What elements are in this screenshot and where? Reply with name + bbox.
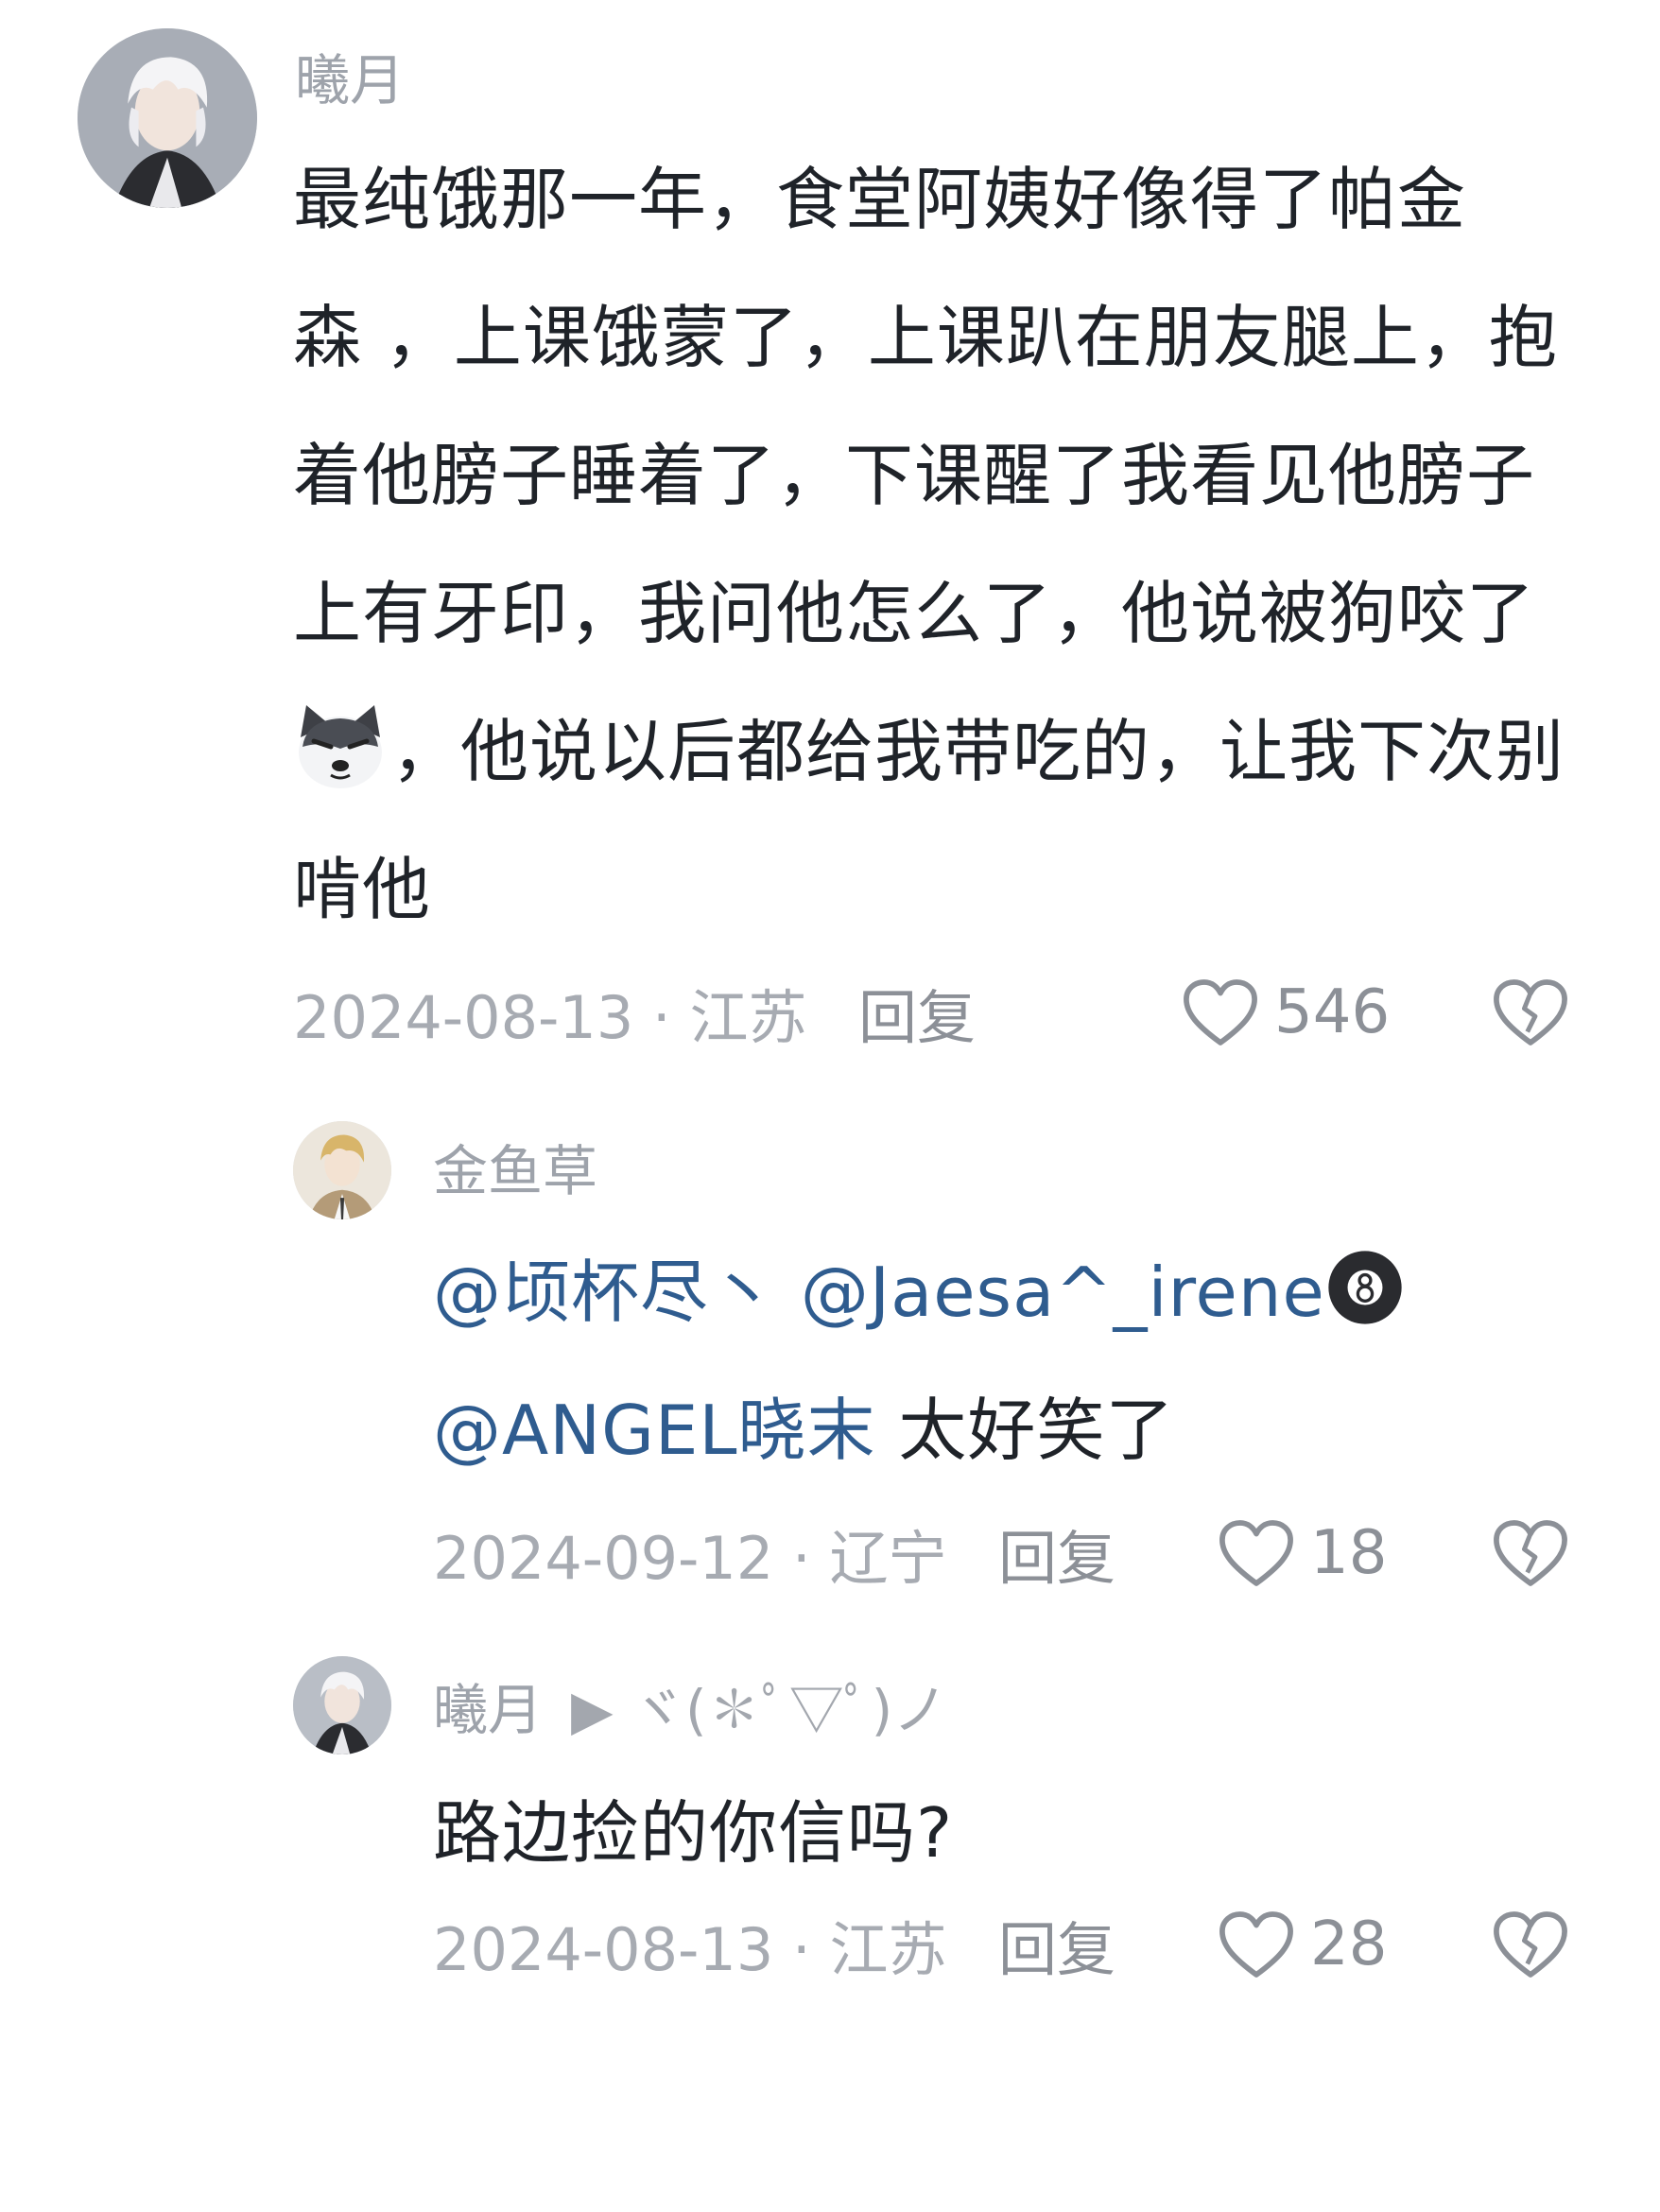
comment-username[interactable]: 曦月 xyxy=(295,53,405,108)
reply-mentions-line: @顷杯尽丶 @Jaesa^_irene xyxy=(433,1223,1405,1361)
broken-heart-icon[interactable] xyxy=(1492,1910,1569,1979)
reply-to-label: ▶ ヾ(✽ﾟ▽ﾟ)ノ xyxy=(571,1678,948,1742)
comment-date-location: 2024-08-13 · 江苏 xyxy=(293,983,807,1052)
mention-link[interactable]: @顷杯尽丶 xyxy=(433,1253,778,1332)
like-button[interactable]: 18 xyxy=(1218,1518,1387,1588)
mention-link[interactable]: @Jaesa^_irene xyxy=(801,1253,1325,1332)
like-button[interactable]: 28 xyxy=(1218,1910,1387,1979)
like-count: 28 xyxy=(1310,1910,1388,1979)
avatar[interactable] xyxy=(293,1121,391,1219)
anime-boy-white-hair-avatar xyxy=(78,28,257,208)
comment-thread: 曦月 最纯饿那一年，食堂阿姨好像得了帕金 森 ，上课饿蒙了，上课趴在朋友腿上，抱… xyxy=(0,0,1660,2212)
anime-boy-blonde-avatar xyxy=(293,1121,391,1219)
heart-icon xyxy=(1182,977,1259,1047)
reply-body: 路边捡的你信吗? xyxy=(433,1793,954,1873)
mention-link[interactable]: @ANGEL晓末 xyxy=(433,1391,876,1470)
broken-heart-icon[interactable] xyxy=(1492,1518,1569,1588)
comment-line-with-emoji: ，他说以后都给我带吃的，让我下次别 xyxy=(293,683,1565,821)
like-count: 546 xyxy=(1274,977,1391,1047)
reply-date-location: 2024-09-12 · 辽宁 xyxy=(433,1524,947,1593)
reply-button[interactable]: 回复 xyxy=(998,1921,1115,1979)
heart-icon xyxy=(1218,1910,1295,1979)
reply-body: @顷杯尽丶 @Jaesa^_irene @ANGEL晓末 太好笑了 xyxy=(433,1223,1405,1499)
like-count: 18 xyxy=(1310,1518,1388,1588)
like-button[interactable]: 546 xyxy=(1182,977,1390,1047)
comment-line: 上有牙印，我问他怎么了，他说被狗咬了 xyxy=(293,574,1536,653)
avatar[interactable] xyxy=(293,1656,391,1754)
heart-icon xyxy=(1218,1518,1295,1588)
reply-username[interactable]: 金鱼草 xyxy=(433,1144,597,1199)
broken-heart-icon[interactable] xyxy=(1492,977,1569,1047)
shiba-dog-emoji-icon xyxy=(293,700,388,794)
reply-text-line: @ANGEL晓末 太好笑了 xyxy=(433,1391,1175,1470)
comment-line: 啃他 xyxy=(293,850,432,929)
avatar[interactable] xyxy=(78,28,257,208)
comment-line: 最纯饿那一年，食堂阿姨好像得了帕金 xyxy=(293,160,1467,239)
anime-boy-white-hair-avatar xyxy=(293,1656,391,1754)
comment-body: 最纯饿那一年，食堂阿姨好像得了帕金 森 ，上课饿蒙了，上课趴在朋友腿上，抱 着他… xyxy=(293,130,1565,959)
reply-button[interactable]: 回复 xyxy=(858,989,976,1047)
reply-username[interactable]: 曦月 ▶ ヾ(✽ﾟ▽ﾟ)ノ xyxy=(433,1683,947,1737)
billiard-ball-icon xyxy=(1325,1248,1405,1327)
comment-line: 森 ，上课饿蒙了，上课趴在朋友腿上，抱 xyxy=(293,298,1558,377)
reply-date-location: 2024-08-13 · 江苏 xyxy=(433,1915,947,1984)
comment-line: 着他膀子睡着了，下课醒了我看见他膀子 xyxy=(293,436,1536,515)
reply-button[interactable]: 回复 xyxy=(998,1529,1115,1588)
